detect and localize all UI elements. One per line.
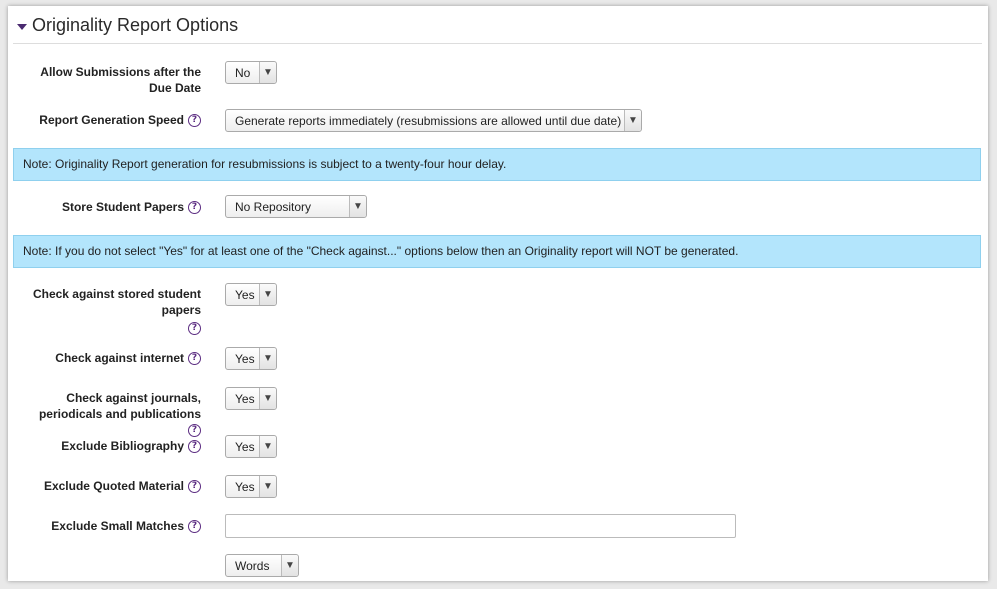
check-journals-value: Yes (235, 391, 255, 406)
section-title: Originality Report Options (32, 15, 239, 35)
exclude-bib-label-text: Exclude Bibliography (61, 439, 184, 453)
chevron-down-icon: ▼ (259, 348, 276, 369)
exclude-quoted-label-text: Exclude Quoted Material (43, 479, 184, 493)
chevron-down-icon: ▼ (259, 476, 276, 497)
check-internet-select[interactable]: Yes ▼ (225, 347, 277, 370)
help-icon[interactable]: ? (188, 480, 201, 494)
exclude-bib-select[interactable]: Yes ▼ (225, 435, 277, 458)
check-against-note: Note: If you do not select "Yes" for at … (13, 235, 981, 268)
help-icon[interactable]: ? (188, 114, 201, 128)
divider (13, 43, 982, 44)
chevron-down-icon: ▼ (259, 284, 276, 305)
check-journals-label: Check against journals, periodicals and … (26, 390, 201, 438)
gen-speed-value: Generate reports immediately (resubmissi… (235, 113, 622, 128)
help-icon[interactable]: ? (188, 321, 201, 335)
section-header[interactable]: Originality Report Options (17, 15, 238, 36)
originality-report-panel: Originality Report Options Allow Submiss… (8, 6, 988, 581)
exclude-small-unit-select[interactable]: Words ▼ (225, 554, 299, 577)
store-papers-label-text: Store Student Papers (61, 200, 184, 214)
check-stored-label-text: Check against stored student papers (32, 287, 201, 317)
help-icon[interactable]: ? (188, 520, 201, 534)
help-icon[interactable]: ? (188, 440, 201, 454)
gen-speed-label-text: Report Generation Speed (39, 113, 184, 127)
exclude-quoted-select[interactable]: Yes ▼ (225, 475, 277, 498)
allow-late-select[interactable]: No ▼ (225, 61, 277, 84)
exclude-small-label: Exclude Small Matches? (26, 518, 201, 534)
exclude-bib-value: Yes (235, 439, 255, 454)
exclude-small-input[interactable] (225, 514, 736, 538)
check-internet-label-text: Check against internet (55, 351, 184, 365)
check-stored-label: Check against stored student papers? (26, 286, 201, 335)
exclude-small-label-text: Exclude Small Matches (51, 519, 184, 533)
chevron-down-icon: ▼ (624, 110, 641, 131)
check-stored-value: Yes (235, 287, 255, 302)
chevron-down-icon: ▼ (259, 62, 276, 83)
allow-late-label: Allow Submissions after the Due Date (26, 64, 201, 96)
help-icon[interactable]: ? (188, 352, 201, 366)
exclude-bib-label: Exclude Bibliography? (26, 438, 201, 454)
store-papers-value: No Repository (235, 199, 312, 214)
resubmission-note: Note: Originality Report generation for … (13, 148, 981, 181)
exclude-quoted-value: Yes (235, 479, 255, 494)
help-icon[interactable]: ? (188, 201, 201, 215)
collapse-triangle-icon[interactable] (17, 23, 27, 30)
gen-speed-select[interactable]: Generate reports immediately (resubmissi… (225, 109, 642, 132)
check-journals-label-text: Check against journals, periodicals and … (38, 391, 201, 421)
store-papers-select[interactable]: No Repository ▼ (225, 195, 367, 218)
gen-speed-label: Report Generation Speed? (26, 112, 201, 128)
exclude-quoted-label: Exclude Quoted Material? (26, 478, 201, 494)
check-journals-select[interactable]: Yes ▼ (225, 387, 277, 410)
allow-late-label-text: Allow Submissions after the Due Date (40, 65, 201, 95)
chevron-down-icon: ▼ (259, 388, 276, 409)
check-internet-label: Check against internet? (26, 350, 201, 366)
check-internet-value: Yes (235, 351, 255, 366)
allow-late-value: No (235, 65, 251, 80)
help-icon[interactable]: ? (188, 424, 201, 438)
store-papers-label: Store Student Papers? (26, 199, 201, 215)
chevron-down-icon: ▼ (349, 196, 366, 217)
check-stored-select[interactable]: Yes ▼ (225, 283, 277, 306)
chevron-down-icon: ▼ (259, 436, 276, 457)
chevron-down-icon: ▼ (281, 555, 298, 576)
exclude-small-unit-value: Words (235, 558, 270, 573)
